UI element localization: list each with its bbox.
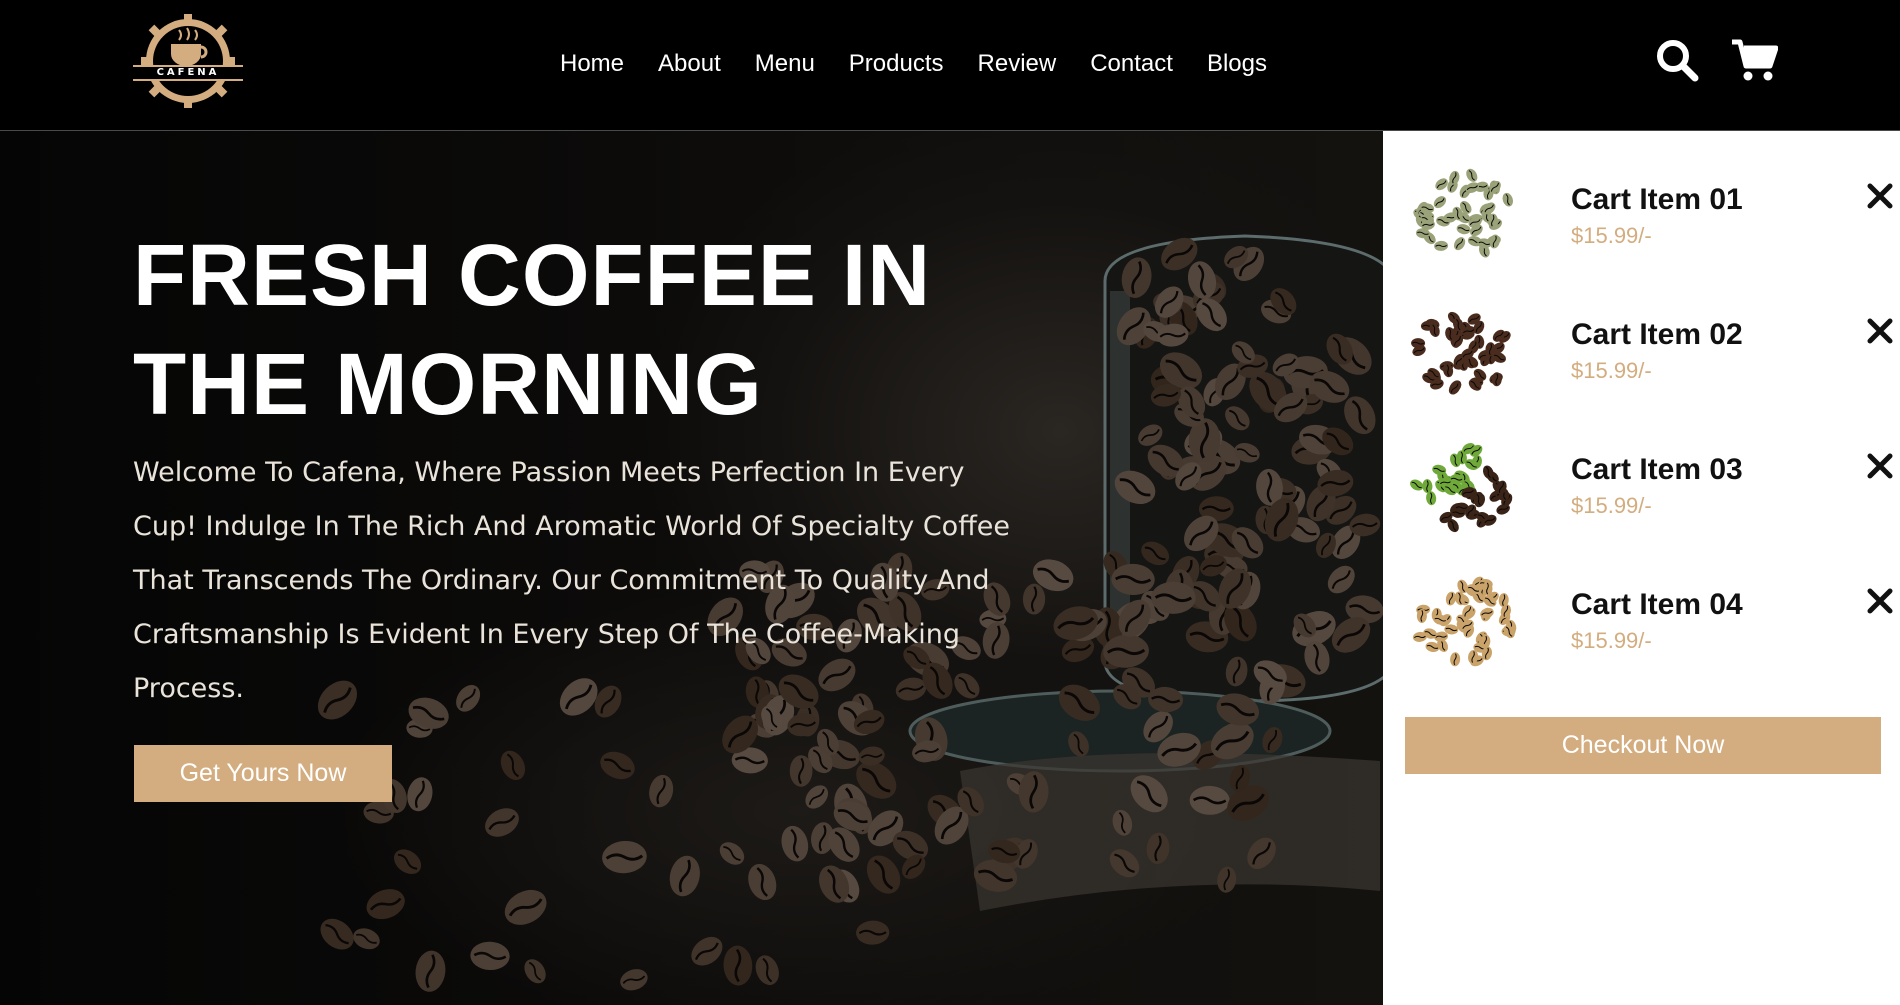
cart-item: Cart Item 01 $15.99/- [1405,161,1893,271]
cart-item-name: Cart Item 02 [1571,318,1743,351]
logo-wordmark: CAFENA [156,67,220,78]
nav-about[interactable]: About [658,50,721,78]
cart-item: Cart Item 04 $15.99/- [1405,566,1893,676]
cart-item: Cart Item 02 $15.99/- [1405,296,1893,406]
close-icon [1867,588,1893,614]
close-icon [1867,318,1893,344]
hero-title-line2: THE MORNING [133,336,763,433]
hero-section: FRESH COFFEE IN THE MORNING Welcome To C… [0,131,1383,1005]
cart-item-price: $15.99/- [1571,358,1652,383]
cart-button[interactable] [1730,38,1779,86]
nav-contact[interactable]: Contact [1090,50,1173,78]
nav-home[interactable]: Home [560,50,624,78]
search-icon [1657,40,1699,82]
remove-item-button[interactable] [1865,451,1895,481]
cart-item-price: $15.99/- [1571,493,1652,518]
cart-item-name: Cart Item 01 [1571,183,1743,216]
cart-item-image [1412,576,1517,667]
search-button[interactable] [1655,38,1703,86]
hero-title-line1: FRESH COFFEE IN [133,227,932,324]
cart-item-image [1413,168,1514,258]
close-icon [1867,453,1893,479]
close-icon [1867,183,1893,209]
hero-description: Welcome To Cafena, Where Passion Meets P… [133,457,1011,704]
remove-item-button[interactable] [1865,586,1895,616]
main-nav: Home About Menu Products Review Contact … [560,44,1267,84]
checkout-now-button[interactable]: Checkout Now [1405,717,1881,774]
remove-item-button[interactable] [1865,316,1895,346]
nav-menu[interactable]: Menu [755,50,815,78]
site-header: CAFENA Home About Menu Products Review C… [0,0,1900,131]
cart-item-price: $15.99/- [1571,628,1652,653]
logo-badge-icon [131,14,245,108]
cart-item-image [1411,311,1511,395]
cart-item-image [1410,443,1513,533]
shopping-cart-icon [1732,39,1779,81]
nav-blogs[interactable]: Blogs [1207,50,1267,78]
get-yours-now-button[interactable]: Get Yours Now [134,745,392,802]
cart-item-name: Cart Item 03 [1571,453,1743,486]
cart-panel: Cart Item 01 $15.99/- Cart Item 02 $15.9… [1383,131,1900,1005]
cart-item-name: Cart Item 04 [1571,588,1743,621]
cafena-logo[interactable]: CAFENA [131,14,245,108]
cart-item: Cart Item 03 $15.99/- [1405,431,1893,541]
remove-item-button[interactable] [1865,181,1895,211]
cart-item-price: $15.99/- [1571,223,1652,248]
nav-review[interactable]: Review [978,50,1057,78]
hero-title: FRESH COFFEE IN THE MORNING [133,221,1033,439]
nav-products[interactable]: Products [849,50,944,78]
